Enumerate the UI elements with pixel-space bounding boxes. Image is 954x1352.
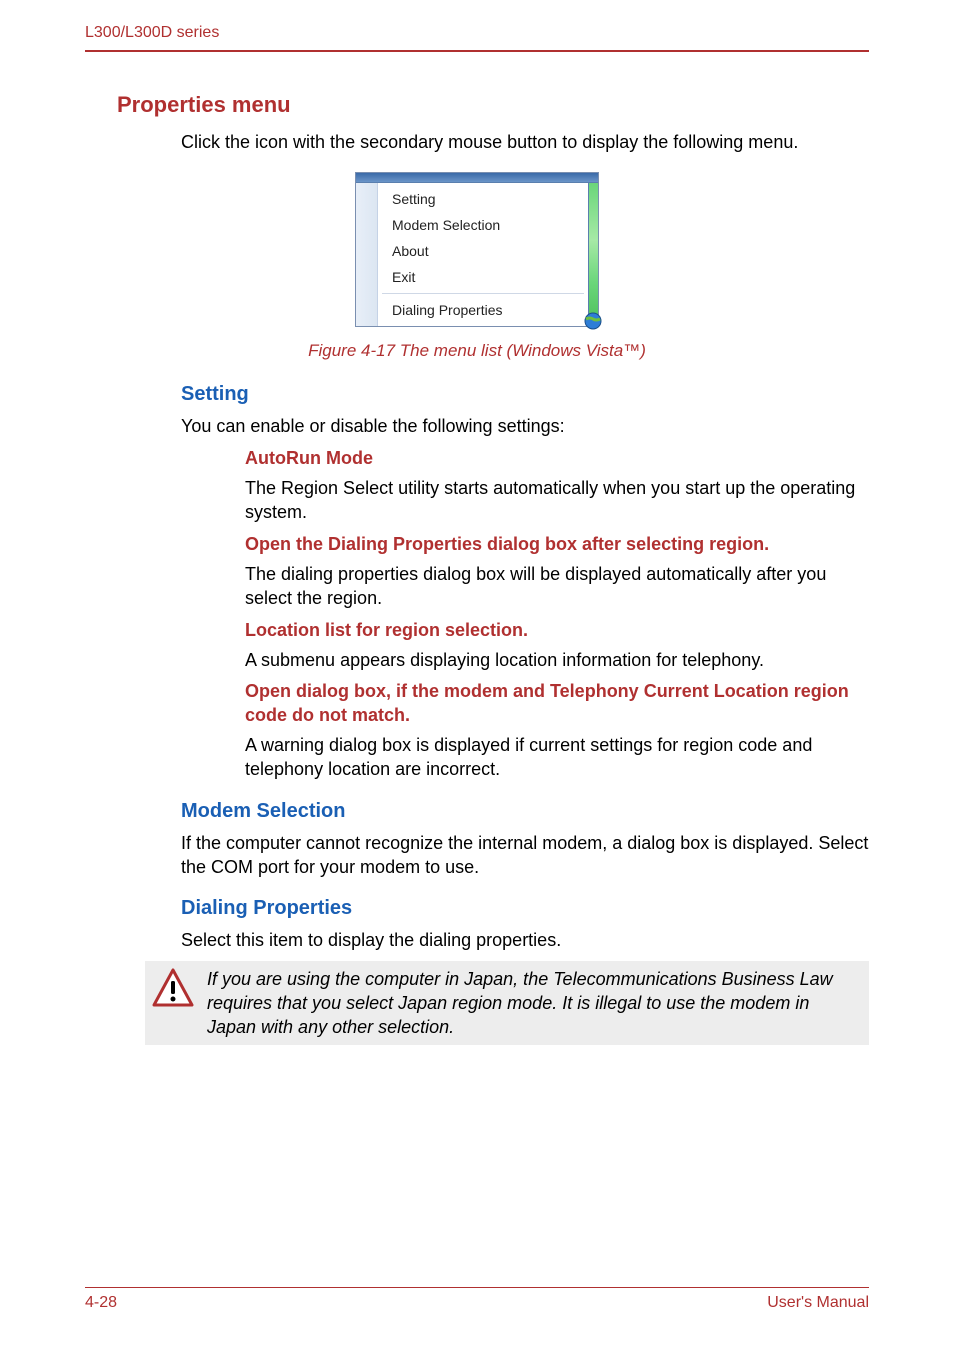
heading-modem-selection: Modem Selection	[181, 800, 869, 823]
menu-item-about[interactable]: About	[378, 238, 588, 264]
menu-item-setting[interactable]: Setting	[378, 186, 588, 212]
menu-item-modem-selection[interactable]: Modem Selection	[378, 212, 588, 238]
sub-open-dialing-body: The dialing properties dialog box will b…	[245, 562, 869, 611]
footer-row: 4-28 User's Manual	[85, 1294, 869, 1312]
footer-manual-label: User's Manual	[767, 1294, 869, 1312]
context-menu-rightstripe	[588, 183, 598, 326]
header-series: L300/L300D series	[85, 24, 869, 50]
menu-item-exit[interactable]: Exit	[378, 264, 588, 290]
heading-properties-menu: Properties menu	[117, 92, 869, 118]
sub-location-list-title: Location list for region selection.	[245, 619, 869, 642]
modem-selection-body: If the computer cannot recognize the int…	[181, 831, 869, 880]
sub-autorun-body: The Region Select utility starts automat…	[245, 476, 869, 525]
heading-dialing-properties: Dialing Properties	[181, 897, 869, 920]
footer-rule	[85, 1287, 869, 1288]
setting-intro: You can enable or disable the following …	[181, 414, 869, 438]
warning-icon	[151, 967, 195, 1011]
sub-open-dialog-mismatch-body: A warning dialog box is displayed if cur…	[245, 733, 869, 782]
footer: 4-28 User's Manual	[85, 1287, 869, 1312]
sub-location-list-body: A submenu appears displaying location in…	[245, 648, 869, 672]
sub-open-dialing-title: Open the Dialing Properties dialog box a…	[245, 533, 869, 556]
warning-text: If you are using the computer in Japan, …	[207, 967, 859, 1040]
context-menu: Setting Modem Selection About Exit Diali…	[355, 172, 599, 327]
header-rule	[85, 50, 869, 52]
tray-globe-icon	[584, 312, 602, 330]
sub-autorun-title: AutoRun Mode	[245, 447, 869, 470]
dialing-properties-body: Select this item to display the dialing …	[181, 928, 869, 952]
properties-menu-intro: Click the icon with the secondary mouse …	[181, 130, 869, 154]
context-menu-titlebar	[356, 173, 598, 183]
context-menu-items: Setting Modem Selection About Exit Diali…	[378, 183, 588, 326]
heading-setting: Setting	[181, 383, 869, 406]
footer-page-number: 4-28	[85, 1294, 117, 1312]
figure-context-menu: Setting Modem Selection About Exit Diali…	[85, 172, 869, 331]
menu-item-dialing-properties[interactable]: Dialing Properties	[378, 297, 588, 323]
sub-open-dialog-mismatch-title: Open dialog box, if the modem and Teleph…	[245, 680, 869, 727]
context-menu-gutter	[356, 183, 378, 326]
figure-caption: Figure 4-17 The menu list (Windows Vista…	[85, 341, 869, 361]
context-menu-body: Setting Modem Selection About Exit Diali…	[356, 183, 598, 326]
document-page: L300/L300D series Properties menu Click …	[0, 0, 954, 1352]
warning-callout: If you are using the computer in Japan, …	[145, 961, 869, 1046]
menu-separator	[382, 293, 584, 294]
